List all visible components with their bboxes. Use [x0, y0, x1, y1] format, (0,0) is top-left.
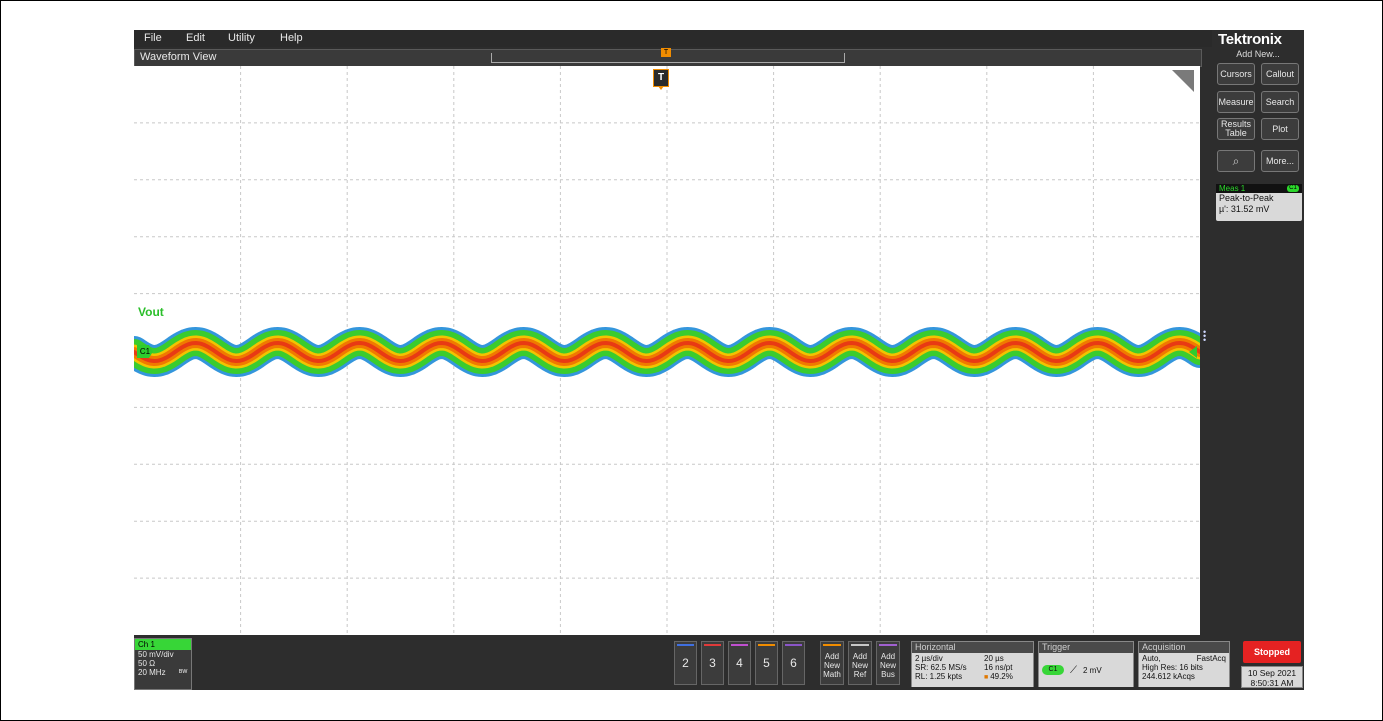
trigger-badge[interactable]: Trigger C1 ⟋ 2 mV [1038, 641, 1134, 687]
channel-1-right-arrow-icon [1189, 346, 1197, 358]
channel-1-bandwidth: 20 MHz [138, 668, 166, 677]
channel-3-label: 3 [709, 656, 716, 670]
horizontal-badge[interactable]: Horizontal 2 µs/div 20 µs SR: 62.5 MS/s 16… [911, 641, 1034, 687]
measure-button[interactable]: Measure [1217, 91, 1255, 113]
channel-3-color-bar [704, 644, 721, 646]
plot-button[interactable]: Plot [1261, 118, 1299, 140]
add-ref-line3: Ref [853, 670, 867, 679]
menu-bar: File Edit Utility Help [134, 30, 1212, 47]
search-button[interactable]: Search [1261, 91, 1299, 113]
horizontal-resolution: 16 ns/pt [984, 663, 1013, 672]
channel-1-scale: 50 mV/div [138, 650, 174, 659]
add-math-line1: Add [824, 652, 840, 661]
oscilloscope-screen: File Edit Utility Help Waveform View T T… [134, 30, 1304, 690]
acquisition-mode: Auto, [1142, 654, 1161, 663]
channel-1-title: Ch 1 [135, 639, 191, 650]
results-table-button[interactable]: Results Table [1217, 118, 1255, 140]
measurement-badge[interactable]: Meas 1 C1 Peak-to-Peak µ': 31.52 mV [1216, 184, 1302, 221]
waveform-graticule[interactable]: T Vout C1 [134, 66, 1200, 635]
time-display: 8:50:31 AM [1250, 678, 1294, 688]
date-time-display: 10 Sep 2021 8:50:31 AM [1241, 666, 1303, 688]
add-bus-color-bar [879, 644, 897, 646]
add-bus-line1: Add [880, 652, 896, 661]
trigger-source: C1 [1042, 665, 1064, 675]
results-table-label-2: Table [1225, 128, 1247, 138]
channel-2-button[interactable]: 2 [674, 641, 697, 685]
horizontal-scale: 2 µs/div [915, 654, 943, 663]
callout-button[interactable]: Callout [1261, 63, 1299, 85]
channel-3-button[interactable]: 3 [701, 641, 724, 685]
add-bus-line2: New [879, 661, 896, 670]
add-math-line2: New [823, 661, 840, 670]
bandwidth-limit-icon: ᴮᵂ [179, 668, 188, 677]
add-new-math-button[interactable]: Add New Math [820, 641, 844, 685]
channel-6-button[interactable]: 6 [782, 641, 805, 685]
channel-1-impedance: 50 Ω [138, 659, 156, 668]
zoom-button[interactable]: ⌕ [1217, 150, 1255, 172]
add-ref-line1: Add [852, 652, 868, 661]
channel-2-color-bar [677, 644, 694, 646]
add-ref-line2: New [851, 661, 868, 670]
measurement-type: Peak-to-Peak [1219, 193, 1274, 203]
channel-5-button[interactable]: 5 [755, 641, 778, 685]
measurement-source-badge: C1 [1287, 185, 1299, 192]
add-new-ref-button[interactable]: Add New Ref [848, 641, 872, 685]
acquisition-count: 244.612 kAcqs [1142, 672, 1195, 681]
trigger-level: 2 mV [1083, 665, 1102, 675]
channel-1-badge[interactable]: Ch 1 50 mV/div 50 Ω 20 MHz ᴮᵂ [134, 638, 192, 690]
menu-help[interactable]: Help [280, 32, 303, 44]
add-bus-line3: Bus [881, 670, 895, 679]
trigger-position-icon[interactable]: T [661, 48, 671, 57]
add-math-line3: Math [823, 670, 841, 679]
add-math-color-bar [823, 644, 841, 646]
add-new-bus-button[interactable]: Add New Bus [876, 641, 900, 685]
right-sidebar: Tektronix Add New... Cursors Callout Mea… [1212, 30, 1304, 635]
zoom-icon: ⌕ [1232, 153, 1240, 168]
channel-label-vout: Vout [138, 305, 164, 319]
acquisition-resolution: High Res: 16 bits [1142, 663, 1203, 672]
channel-5-label: 5 [763, 656, 770, 670]
zoom-corner-icon[interactable] [1172, 70, 1194, 92]
menu-file[interactable]: File [144, 32, 162, 44]
measurement-name: Meas 1 [1219, 184, 1246, 193]
acquisition-title: Acquisition [1139, 642, 1229, 653]
channel-2-label: 2 [682, 656, 689, 670]
measurement-value: µ': 31.52 mV [1219, 204, 1270, 214]
waveform-view-titlebar: Waveform View T [134, 48, 1202, 67]
trigger-marker[interactable]: T [653, 69, 669, 90]
menu-edit[interactable]: Edit [186, 32, 205, 44]
horizontal-duration: 20 µs [984, 654, 1004, 663]
channel-4-label: 4 [736, 656, 743, 670]
panel-resize-handle[interactable]: • • • [1203, 328, 1206, 345]
menu-utility[interactable]: Utility [228, 32, 255, 44]
acquisition-badge[interactable]: Acquisition Auto, FastAcq High Res: 16 bi… [1138, 641, 1230, 687]
horizontal-title: Horizontal [912, 642, 1033, 653]
waveform-plot [134, 66, 1200, 635]
channel-6-color-bar [785, 644, 802, 646]
channel-6-label: 6 [790, 656, 797, 670]
channel-4-color-bar [731, 644, 748, 646]
rising-edge-icon: ⟋ [1070, 664, 1077, 676]
run-stop-button[interactable]: Stopped [1243, 641, 1301, 663]
cursors-button[interactable]: Cursors [1217, 63, 1255, 85]
add-ref-color-bar [851, 644, 869, 646]
more-button[interactable]: More... [1261, 150, 1299, 172]
channel-5-color-bar [758, 644, 775, 646]
settings-bar: Ch 1 50 mV/div 50 Ω 20 MHz ᴮᵂ 2 3 4 5 6 … [134, 638, 1304, 690]
waveform-view-title: Waveform View [140, 51, 217, 63]
channel-4-button[interactable]: 4 [728, 641, 751, 685]
trigger-title: Trigger [1039, 642, 1133, 653]
horizontal-sample-rate: SR: 62.5 MS/s [915, 663, 967, 672]
acquisition-fastacq: FastAcq [1196, 654, 1226, 663]
date-display: 10 Sep 2021 [1247, 668, 1297, 678]
tektronix-logo: Tektronix [1218, 31, 1282, 48]
horizontal-position: 49.2% [990, 672, 1013, 681]
horizontal-record-length: RL: 1.25 kpts [915, 672, 963, 681]
add-new-label: Add New... [1236, 49, 1280, 59]
